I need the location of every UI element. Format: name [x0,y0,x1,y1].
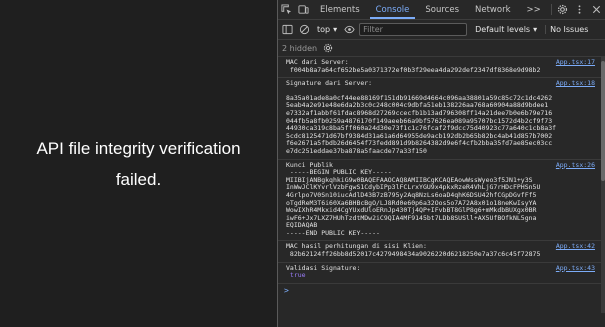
source-link[interactable]: App.tsx:18 [556,80,595,88]
clear-console-icon[interactable] [297,22,312,37]
live-expression-eye-icon[interactable] [342,22,357,37]
console-message: Signature dari Server: App.tsx:18 8a35a0… [278,78,605,160]
inspect-element-icon[interactable] [278,0,295,19]
log-levels-dropdown[interactable]: Default levels ▾ [469,25,543,34]
source-link[interactable]: App.tsx:43 [556,264,595,273]
hidden-count: 2 hidden [282,43,318,53]
sidebar-toggle-icon[interactable] [280,22,295,37]
device-toolbar-icon[interactable] [295,0,312,19]
tab-sources[interactable]: Sources [417,0,467,19]
hidden-messages-row: 2 hidden [278,40,605,57]
more-tabs-button[interactable]: >> [519,0,549,19]
context-label: top [317,25,331,34]
message-label: Kunci Publik [286,160,333,169]
chevron-down-icon: ▾ [533,25,538,34]
error-message: API file integrity verification failed. [36,138,241,189]
source-link[interactable]: App.tsx:17 [556,58,595,67]
prompt-chevron-icon: > [284,285,289,295]
message-label: Validasi Signature: [286,263,361,272]
tab-elements[interactable]: Elements [312,0,368,19]
more-options-icon[interactable] [571,0,588,19]
source-link[interactable]: App.tsx:42 [556,243,595,251]
devtools-panel: Elements Console Sources Network >> top … [278,0,605,327]
message-label: Signature dari Server: [286,79,373,88]
filter-input[interactable] [359,23,468,36]
console-message: MAC dari Server: App.tsx:17 f004b8a7a64c… [278,57,605,79]
console-toolbar: top ▾ Default levels ▾ No Issues [278,20,605,40]
boolean-value: true [286,272,306,280]
console-prompt-input[interactable]: > [278,284,605,297]
app-viewport: API file integrity verification failed. [0,0,277,327]
console-messages: MAC dari Server: App.tsx:17 f004b8a7a64c… [278,57,605,284]
console-message: Validasi Signature: App.tsx:43 true [278,263,605,284]
console-scrollbar[interactable] [601,57,605,313]
message-value: -----BEGIN PUBLIC KEY----- MIIBIjANBgkqh… [286,169,541,237]
tab-console[interactable]: Console [368,0,418,19]
message-value: 8a35a01ade8a0cf44ee88169f151db91669d4664… [286,94,557,155]
scrollbar-thumb[interactable] [601,61,605,181]
close-devtools-icon[interactable] [588,0,605,19]
context-selector[interactable]: top ▾ [314,25,340,34]
console-message: Kunci Publik App.tsx:26 -----BEGIN PUBLI… [278,160,605,242]
console-settings-gear-icon[interactable] [323,43,333,53]
issues-counter[interactable]: No Issues [545,25,588,34]
message-label: MAC dari Server: [286,58,349,66]
log-levels-label: Default levels [475,25,531,34]
tab-network[interactable]: Network [467,0,519,19]
message-label: MAC hasil perhitungan di sisi Klien: [286,242,427,251]
devtools-tabbar: Elements Console Sources Network >> [278,0,605,20]
message-value: f004b8a7a64cf652be5a0371372ef0b3f29eea4d… [286,66,541,74]
chevron-down-icon: ▾ [333,25,338,34]
console-message: MAC hasil perhitungan di sisi Klien: App… [278,241,605,263]
settings-gear-icon[interactable] [554,0,571,19]
message-value: 82b62124ff26bb8d52017c4279498434a9026220… [286,251,541,259]
source-link[interactable]: App.tsx:26 [556,161,595,170]
